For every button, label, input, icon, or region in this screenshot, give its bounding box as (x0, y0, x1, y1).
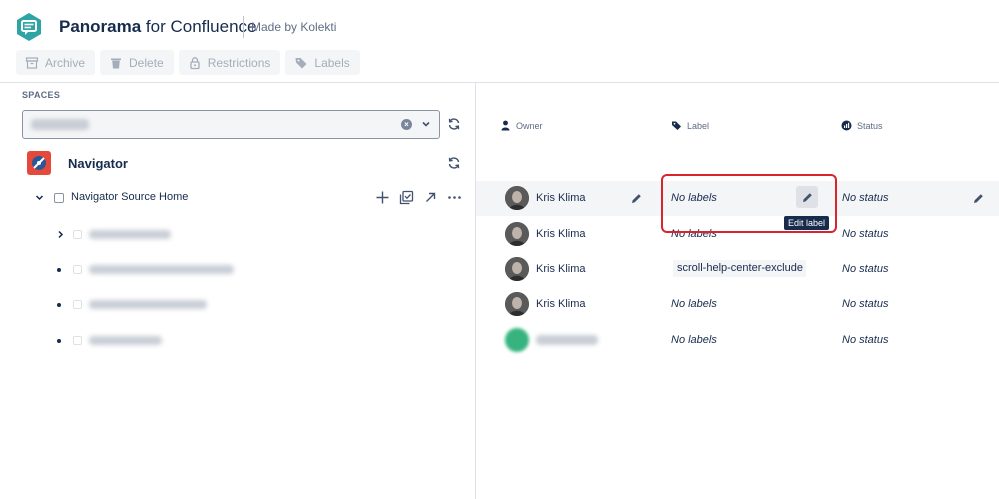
restrictions-button[interactable]: Restrictions (178, 50, 281, 75)
owner-name: Kris Klima (536, 228, 586, 240)
made-by-label: Made by Kolekti (251, 20, 337, 34)
table-row[interactable]: Kris Klima No labels No status (476, 287, 999, 322)
tree-child-bullet (57, 303, 61, 307)
restrictions-label: Restrictions (207, 55, 271, 70)
tag-icon (672, 121, 681, 130)
checklist-icon[interactable] (399, 190, 414, 205)
app-title: Panorama for Confluence (59, 17, 257, 36)
owner-name: Kris Klima (536, 263, 586, 275)
owner-name: Kris Klima (536, 298, 586, 310)
navigator-space-icon (32, 156, 46, 170)
edit-status-icon[interactable] (972, 192, 985, 205)
labels-label: Labels (314, 55, 350, 70)
person-icon (501, 120, 510, 131)
space-name[interactable]: Navigator (68, 156, 128, 171)
delete-button[interactable]: Delete (100, 50, 174, 75)
table-row[interactable]: Kris Klima scroll-help-center-exclude No… (476, 252, 999, 287)
header-divider-line (0, 82, 999, 83)
selected-space-chip (31, 119, 89, 130)
status-value: No status (842, 263, 889, 275)
owner-name: Kris Klima (536, 192, 586, 204)
tree-child-checkbox[interactable] (73, 230, 82, 239)
toolbar: Archive Delete Restrictions Labels (16, 50, 360, 75)
chevron-down-icon[interactable] (421, 119, 431, 129)
tree-root-title[interactable]: Navigator Source Home (71, 191, 188, 203)
header-divider (243, 16, 244, 38)
avatar (505, 186, 529, 210)
space-select[interactable]: × (22, 110, 440, 139)
tree-root-actions (375, 190, 462, 205)
tree-root-checkbox[interactable] (54, 193, 64, 203)
label-value: No labels (671, 298, 717, 310)
column-header-status[interactable]: Status (841, 120, 883, 131)
tree-child-checkbox[interactable] (73, 336, 82, 345)
status-value: No status (842, 334, 889, 346)
tree-child-title-redacted[interactable] (89, 336, 162, 345)
chevron-down-icon[interactable] (35, 193, 44, 202)
status-value: No status (842, 298, 889, 310)
label-chip[interactable]: scroll-help-center-exclude (673, 260, 806, 277)
column-label-owner: Owner (516, 121, 543, 131)
status-icon (841, 120, 852, 131)
tag-icon (295, 57, 307, 68)
tree-root-row[interactable]: Navigator Source Home (0, 189, 475, 209)
avatar (505, 292, 529, 316)
tree-child-title-redacted[interactable] (89, 300, 207, 309)
column-header-owner[interactable]: Owner (500, 120, 543, 131)
avatar (505, 222, 529, 246)
status-value: No status (842, 228, 889, 240)
archive-icon (25, 56, 39, 69)
status-value: No status (842, 192, 889, 204)
tree-child-bullet (57, 268, 61, 272)
tree-child-bullet (57, 339, 61, 343)
column-label-label: Label (687, 121, 710, 131)
panorama-logo-icon (17, 13, 41, 41)
archive-label: Archive (45, 55, 86, 70)
archive-button[interactable]: Archive (16, 50, 96, 75)
label-value: No labels (671, 334, 717, 346)
avatar (505, 328, 529, 352)
tree-child-checkbox[interactable] (73, 265, 82, 274)
column-header-label[interactable]: Label (671, 120, 709, 131)
tree-child-title-redacted[interactable] (89, 265, 234, 274)
space-avatar (27, 151, 51, 175)
edit-owner-icon[interactable] (630, 192, 643, 205)
table-row[interactable]: No labels No status (476, 323, 999, 358)
labels-button[interactable]: Labels (285, 50, 360, 75)
column-label-status: Status (857, 121, 883, 131)
avatar (505, 257, 529, 281)
refresh-space-icon[interactable] (447, 156, 461, 170)
owner-name-redacted (536, 335, 598, 345)
chevron-right-icon[interactable] (56, 230, 65, 239)
trash-icon (111, 58, 122, 68)
lock-icon (190, 56, 200, 69)
open-external-icon[interactable] (423, 190, 438, 205)
refresh-icon[interactable] (447, 117, 461, 131)
edit-label-tooltip: Edit label (784, 216, 830, 230)
delete-label: Delete (129, 55, 164, 70)
more-icon[interactable] (447, 190, 462, 205)
spaces-section-label: SPACES (22, 90, 61, 100)
add-icon[interactable] (375, 190, 390, 205)
tree-child-title-redacted[interactable] (89, 230, 171, 239)
clear-icon[interactable]: × (401, 119, 412, 130)
tree-child-checkbox[interactable] (73, 300, 82, 309)
